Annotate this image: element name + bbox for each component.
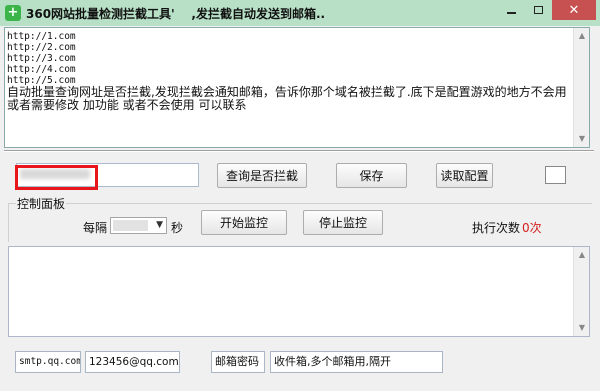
app-icon: + — [5, 5, 21, 21]
control-panel-label: 控制面板 — [16, 195, 67, 212]
close-button[interactable]: ✕ — [552, 0, 596, 20]
scroll-up-icon[interactable]: ▲ — [574, 28, 590, 44]
window-title: 360网站批量检测拦截工具' ,发拦截自动发送到邮箱.. — [26, 7, 326, 21]
exec-count-value: 0次 — [522, 221, 542, 235]
scroll-down-icon[interactable]: ▼ — [574, 131, 590, 147]
sender-email-field[interactable]: 123456@qq.com — [85, 351, 180, 373]
scroll-up-icon[interactable]: ▲ — [574, 247, 590, 263]
divider — [4, 150, 594, 152]
maximize-icon — [534, 6, 543, 14]
title-bar: + 360网站批量检测拦截工具' ,发拦截自动发送到邮箱.. ✕ — [0, 0, 600, 26]
smtp-server-field[interactable]: smtp.qq.com — [15, 351, 81, 373]
exec-count-label: 执行次数 — [472, 221, 521, 235]
every-label: 每隔 — [83, 221, 108, 235]
interval-value — [113, 220, 148, 231]
log-textarea[interactable]: ▲ ▼ — [8, 246, 590, 337]
stop-monitor-button[interactable]: 停止监控 — [303, 210, 383, 235]
seconds-label: 秒 — [171, 221, 184, 235]
interval-select[interactable]: ▼ — [110, 217, 167, 234]
start-monitor-button[interactable]: 开始监控 — [201, 210, 287, 235]
url-list: http://1.com http://2.com http://3.com h… — [7, 31, 76, 86]
check-blocked-button[interactable]: 查询是否拦截 — [217, 163, 307, 188]
log-scrollbar[interactable]: ▲ ▼ — [573, 247, 589, 336]
read-config-button[interactable]: 读取配置 — [436, 163, 493, 188]
highlight-box — [15, 165, 98, 190]
email-password-field[interactable]: 邮箱密码 — [211, 351, 265, 373]
minimize-button[interactable] — [498, 0, 525, 20]
memo-scrollbar[interactable]: ▲ ▼ — [573, 28, 589, 147]
save-button[interactable]: 保存 — [336, 163, 407, 188]
maximize-button[interactable] — [525, 0, 552, 20]
description-text: 自动批量查询网址是否拦截,发现拦截会通知邮箱，告诉你那个域名被拦截了.底下是配置… — [7, 85, 567, 112]
option-checkbox[interactable] — [545, 166, 566, 184]
recipients-field[interactable]: 收件箱,多个邮箱用,隔开 — [270, 351, 443, 373]
scroll-down-icon[interactable]: ▼ — [574, 320, 590, 336]
minimize-icon — [507, 12, 516, 14]
url-list-textarea[interactable]: http://1.com http://2.com http://3.com h… — [4, 27, 590, 148]
close-icon: ✕ — [568, 2, 580, 18]
chevron-down-icon[interactable]: ▼ — [156, 218, 163, 233]
